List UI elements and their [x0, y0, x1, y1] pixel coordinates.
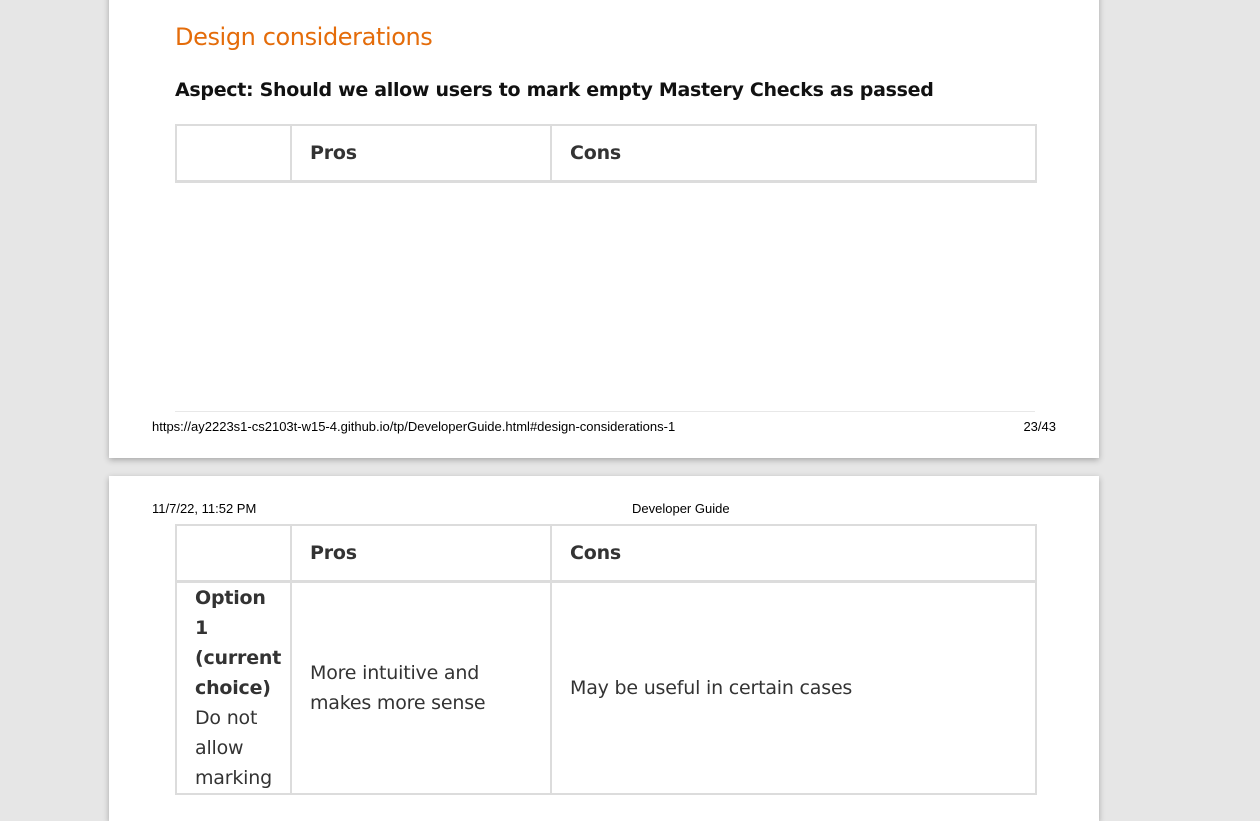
options-table: Pros Cons Option 1 (current choice) Do n…: [175, 524, 1037, 795]
footer-url: https://ay2223s1-cs2103t-w15-4.github.io…: [152, 419, 676, 434]
pros-cell: More intuitive and makes more sense: [290, 580, 552, 795]
header-cell-cons: Cons: [550, 524, 1037, 583]
table-header-row: Pros Cons: [175, 524, 1037, 583]
cons-cell: May be useful in certain cases: [550, 580, 1037, 795]
header-title: Developer Guide: [632, 501, 730, 516]
table-row: Option 1 (current choice) Do not allow m…: [175, 580, 1037, 795]
section-heading: Design considerations: [175, 23, 433, 51]
pdf-page-23: Design considerations Aspect: Should we …: [109, 0, 1099, 458]
header-cell-blank: [175, 124, 292, 183]
aspect-heading: Aspect: Should we allow users to mark em…: [175, 79, 934, 101]
header-cell-pros: Pros: [290, 124, 552, 183]
header-cell-pros: Pros: [290, 524, 552, 583]
footer-page-number: 23/43: [1023, 419, 1056, 434]
header-cell-blank: [175, 524, 292, 583]
options-table-header: Pros Cons: [175, 124, 1037, 183]
table-header-row: Pros Cons: [175, 124, 1037, 183]
pdf-page-24: 11/7/22, 11:52 PM Developer Guide Pros C…: [109, 476, 1099, 821]
option-description: Do not allow marking: [195, 707, 272, 789]
header-date: 11/7/22, 11:52 PM: [152, 501, 257, 516]
option-name: Option 1 (current choice): [195, 587, 282, 699]
header-cell-cons: Cons: [550, 124, 1037, 183]
footer-divider: [175, 411, 1035, 412]
option-cell: Option 1 (current choice) Do not allow m…: [175, 580, 292, 795]
